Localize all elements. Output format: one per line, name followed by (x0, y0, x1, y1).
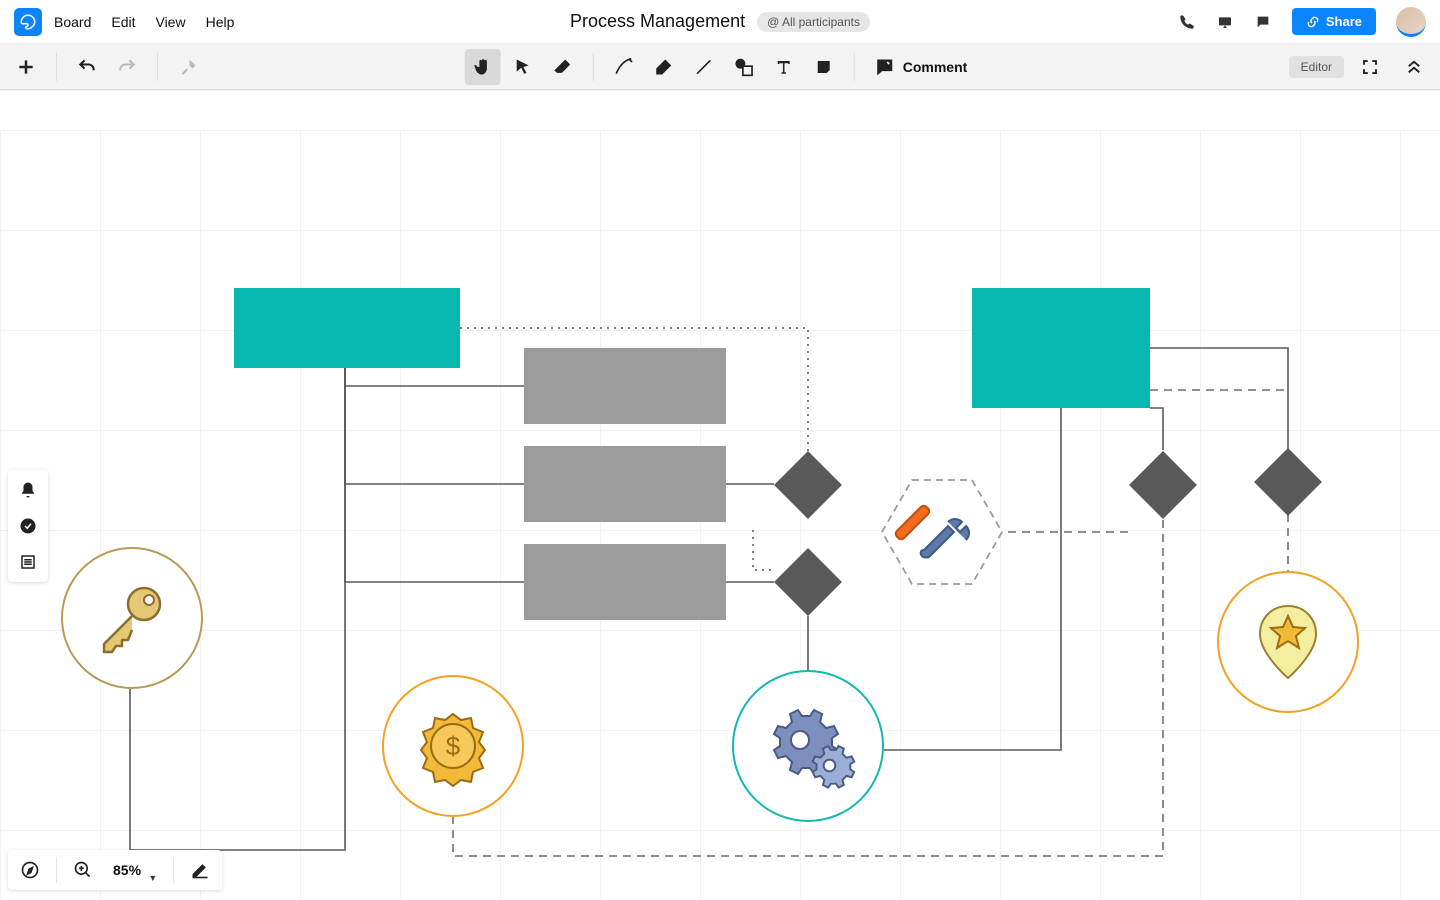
chat-icon[interactable] (1254, 13, 1272, 31)
node-key[interactable] (62, 548, 202, 688)
node-teal-1[interactable] (234, 288, 460, 368)
node-tools[interactable] (882, 480, 1002, 584)
node-star-pin[interactable] (1218, 572, 1358, 712)
shape-tool[interactable] (726, 49, 762, 85)
node-teal-2[interactable] (972, 288, 1150, 408)
add-tool[interactable] (8, 49, 44, 85)
comment-label: Comment (903, 59, 968, 75)
marker-tool[interactable] (646, 49, 682, 85)
participants-pill[interactable]: @ All participants (757, 12, 870, 32)
node-gray-2[interactable] (524, 446, 726, 522)
fullscreen-icon[interactable] (1352, 49, 1388, 85)
node-gears[interactable] (733, 671, 883, 821)
redo-tool[interactable] (109, 49, 145, 85)
user-avatar[interactable] (1396, 7, 1426, 37)
node-gray-3[interactable] (524, 544, 726, 620)
node-gray-1[interactable] (524, 348, 726, 424)
text-tool[interactable] (766, 49, 802, 85)
pen-tool[interactable] (606, 49, 642, 85)
menu-help[interactable]: Help (206, 14, 235, 30)
diamond-4[interactable] (1254, 448, 1322, 516)
call-icon[interactable] (1178, 13, 1196, 31)
editor-mode-pill[interactable]: Editor (1289, 56, 1344, 78)
comment-button[interactable]: Comment (867, 57, 976, 77)
format-painter-tool[interactable] (170, 49, 206, 85)
diamond-2[interactable] (774, 548, 842, 616)
toolbar-center: Comment (465, 49, 976, 85)
app-logo[interactable] (14, 8, 42, 36)
menu-right: Share (1178, 7, 1426, 37)
hand-tool[interactable] (465, 49, 501, 85)
menu-center: Process Management @ All participants (570, 11, 870, 32)
pointer-tool[interactable] (505, 49, 541, 85)
toolbar-right: Editor (1289, 49, 1432, 85)
menu-edit[interactable]: Edit (111, 14, 135, 30)
left-rail (8, 470, 48, 582)
node-money[interactable]: $ (383, 676, 523, 816)
compass-icon[interactable] (16, 856, 44, 884)
menu-view[interactable]: View (155, 14, 185, 30)
board-title[interactable]: Process Management (570, 11, 745, 32)
toolbar: Comment Editor (0, 44, 1440, 90)
diagram-svg[interactable]: $ (0, 90, 1440, 900)
canvas[interactable]: $ (0, 90, 1440, 900)
diamond-3[interactable] (1129, 451, 1197, 519)
eraser-tool[interactable] (545, 49, 581, 85)
share-label: Share (1326, 14, 1362, 29)
zoom-level[interactable]: 85% (109, 862, 145, 878)
collapse-icon[interactable] (1396, 49, 1432, 85)
share-button[interactable]: Share (1292, 8, 1376, 35)
main-menu: Board Edit View Help (54, 14, 234, 30)
edit-mode-icon[interactable] (186, 856, 214, 884)
menu-board[interactable]: Board (54, 14, 91, 30)
undo-tool[interactable] (69, 49, 105, 85)
approve-icon[interactable] (14, 512, 42, 540)
diamond-1[interactable] (774, 451, 842, 519)
line-tool[interactable] (686, 49, 722, 85)
present-icon[interactable] (1216, 13, 1234, 31)
bottom-bar: 85% (8, 850, 222, 890)
notifications-icon[interactable] (14, 476, 42, 504)
menu-bar: Board Edit View Help Process Management … (0, 0, 1440, 44)
zoom-in-icon[interactable] (69, 856, 97, 884)
svg-text:$: $ (446, 731, 461, 761)
note-tool[interactable] (806, 49, 842, 85)
list-icon[interactable] (14, 548, 42, 576)
